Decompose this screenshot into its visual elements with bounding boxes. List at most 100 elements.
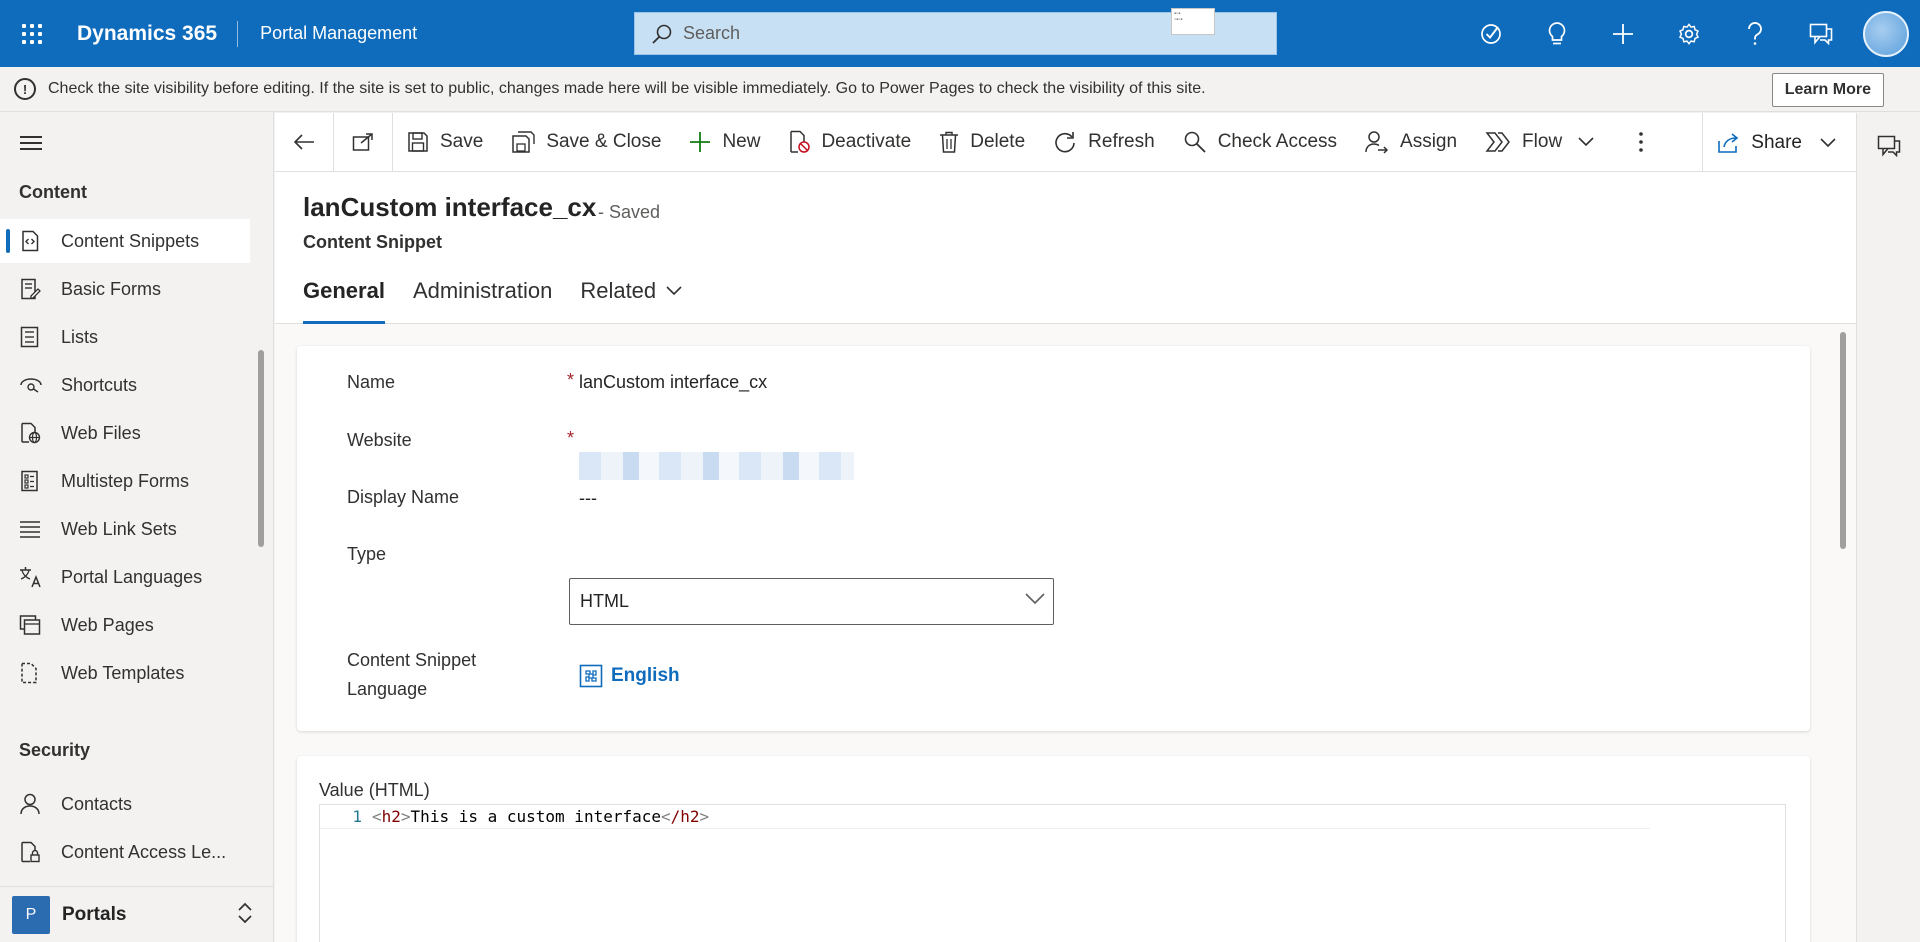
sidebar-scrollbar[interactable] [258,350,264,547]
right-side-pane [1856,113,1920,942]
code-editor[interactable]: 1 <h2>This is a custom interface</h2> [319,804,1786,942]
save-button[interactable]: Save [393,113,497,172]
required-indicator: * [567,370,575,390]
record-title: lanCustom interface_cx [303,192,597,222]
sidebar-item-label: Lists [61,326,99,347]
sidebar-item-web-templates[interactable]: Web Templates [0,651,250,695]
learn-more-button[interactable]: Learn More [1771,73,1884,107]
shortcut-icon [19,375,49,395]
gear-icon[interactable] [1656,0,1722,67]
website-label: Website [347,430,412,450]
flow-icon [1485,132,1510,152]
new-button[interactable]: New [675,113,774,172]
chevron-down-icon [1025,593,1045,605]
sidebar-item-web-files[interactable]: Web Files [0,411,250,455]
refresh-label: Refresh [1088,131,1155,152]
snippet-icon [19,230,49,252]
name-label: Name [347,372,396,392]
name-field[interactable]: lanCustom interface_cx [579,372,767,393]
avatar[interactable] [1854,0,1920,67]
tab-label: Related [580,278,657,303]
language-entity-icon [579,664,603,688]
deactivate-icon [790,130,811,153]
sidebar-item-basic-forms[interactable]: Basic Forms [0,267,250,311]
entity-name: Content Snippet [303,232,442,252]
multistep-form-icon [19,470,49,492]
tab-general[interactable]: General [303,278,385,324]
website-lookup-value[interactable] [579,452,854,480]
check-access-button[interactable]: Check Access [1169,113,1351,172]
sidebar-item-shortcuts[interactable]: Shortcuts [0,363,250,407]
line-number: 1 [352,807,362,826]
language-lookup-link[interactable]: English [579,664,680,688]
hamburger-menu-icon[interactable] [20,136,42,154]
sidebar-item-label: Web Link Sets [61,518,177,539]
refresh-icon [1055,132,1075,153]
code-content: <h2>This is a custom interface</h2> [372,807,710,826]
sidebar-item-portal-languages[interactable]: Portal Languages [0,555,250,599]
type-select[interactable]: HTML [569,578,1054,625]
sidebar-item-multistep-forms[interactable]: Multistep Forms [0,459,250,503]
web-page-icon [19,614,49,636]
brand-name[interactable]: Dynamics 365 [64,22,237,46]
deactivate-button[interactable]: Deactivate [774,113,925,172]
share-label: Share [1751,131,1802,153]
save-and-close-button[interactable]: Save & Close [497,113,675,172]
open-in-new-window-button[interactable] [334,113,392,172]
sidebar-item-web-link-sets[interactable]: Web Link Sets [0,507,250,551]
help-icon[interactable] [1722,0,1788,67]
lightbulb-icon[interactable] [1524,0,1590,67]
sidebar-item-label: Web Pages [61,614,154,635]
app-name[interactable]: Portal Management [238,23,417,44]
refresh-button[interactable]: Refresh [1039,113,1169,172]
sidebar-item-contacts[interactable]: Contacts [0,782,250,826]
display-name-field[interactable]: --- [579,488,597,509]
general-section: Name * lanCustom interface_cx Website * … [297,346,1810,731]
save-close-label: Save & Close [546,131,662,152]
area-switcher[interactable]: P Portals [0,886,274,942]
chat-icon[interactable] [1788,0,1854,67]
share-button[interactable]: Share [1702,113,1856,172]
sidebar-item-web-pages[interactable]: Web Pages [0,603,250,647]
app-launcher-icon[interactable] [0,0,64,67]
sidebar-item-label: Web Templates [61,662,185,683]
record-form: lanCustom interface_cx - Saved Content S… [275,172,1856,942]
area-badge: P [12,895,50,934]
code-line: 1 <h2>This is a custom interface</h2> [320,805,1650,829]
code-text: This is a custom interface [410,807,661,826]
sidebar-item-label: Shortcuts [61,374,138,395]
more-commands-button[interactable] [1608,113,1674,172]
chevron-down-icon [1578,137,1594,147]
sidebar-item-content-access-levels[interactable]: Content Access Le... [0,830,250,874]
trash-icon [940,131,959,153]
chat-icon[interactable] [1877,135,1901,157]
plus-icon[interactable] [1590,0,1656,67]
top-app-bar: Dynamics 365 Portal Management Search ▪▫… [0,0,1920,67]
save-close-icon [512,131,536,153]
search-input[interactable]: Search ▪▫▪ ▫▪▫▪ [634,8,1277,55]
chevron-down-icon [666,286,682,296]
flow-button[interactable]: Flow [1471,113,1608,172]
share-icon [1718,132,1739,153]
assign-button[interactable]: Assign [1351,113,1471,172]
tab-related[interactable]: Related [580,278,682,324]
language-label: Content Snippet Language [347,646,476,704]
area-label: Portals [62,903,127,925]
form-scrollbar[interactable] [1840,332,1846,549]
deactivate-label: Deactivate [821,131,912,152]
back-button[interactable] [275,113,333,172]
access-level-icon [19,841,49,863]
open-in-new-window-icon [352,133,373,151]
sidebar-item-content-snippets[interactable]: Content Snippets [0,219,250,263]
sidebar-item-lists[interactable]: Lists [0,315,250,359]
section-title-security: Security [19,740,91,760]
back-arrow-icon [293,134,314,150]
delete-label: Delete [970,131,1026,152]
language-label-line2: Language [347,679,428,699]
tab-administration[interactable]: Administration [413,278,552,324]
form-icon [19,278,49,300]
delete-button[interactable]: Delete [925,113,1039,172]
save-icon [408,132,428,152]
task-check-icon[interactable] [1458,0,1524,67]
assign-label: Assign [1400,131,1458,152]
